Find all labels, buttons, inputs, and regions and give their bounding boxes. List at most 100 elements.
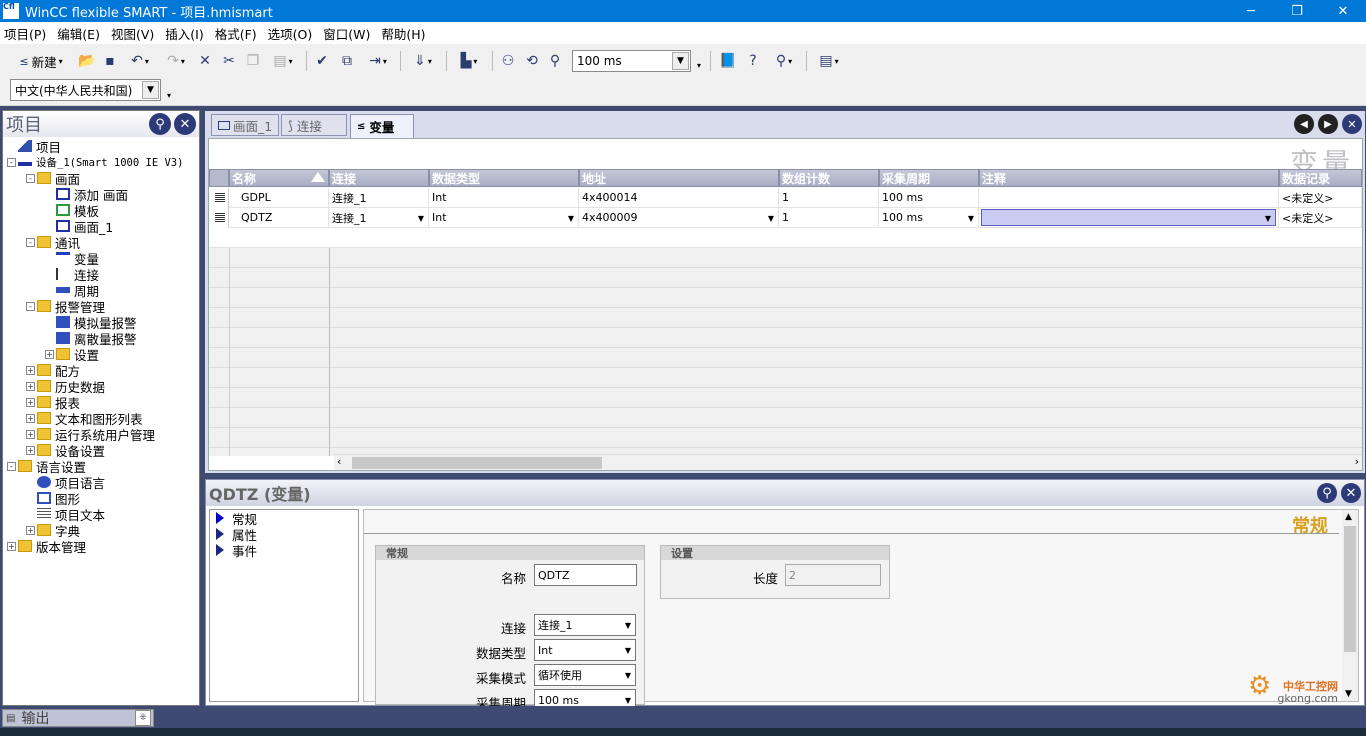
collapse-icon[interactable]: -: [26, 237, 35, 247]
cell-name[interactable]: QDTZ: [229, 208, 329, 228]
language-combo[interactable]: 中文(中华人民共和国) ▼: [10, 79, 161, 101]
cell-acq-cycle[interactable]: 100 ms ▼: [879, 208, 979, 228]
acq-mode-select[interactable]: 循环使用 ▼: [534, 664, 636, 686]
column-header-comment[interactable]: 注释: [979, 169, 1279, 187]
scrollbar-thumb[interactable]: [352, 457, 602, 469]
save-icon[interactable]: ▪: [101, 50, 119, 72]
tree-item[interactable]: + 字典: [3, 522, 199, 539]
collapse-icon[interactable]: -: [7, 461, 16, 471]
column-header-name[interactable]: 名称: [229, 169, 329, 187]
tree-item[interactable]: 添加 画面: [3, 186, 199, 203]
table-row-empty[interactable]: [209, 228, 1362, 248]
vertical-scrollbar[interactable]: ▲ ▼: [1342, 510, 1358, 701]
close-icon[interactable]: ✕: [174, 113, 196, 135]
chevron-down-icon[interactable]: ▼: [622, 643, 634, 657]
chevron-down-icon[interactable]: ▼: [1262, 211, 1274, 225]
row-selector-icon[interactable]: [211, 208, 229, 228]
tab-prev-icon[interactable]: ◀: [1294, 114, 1314, 134]
chevron-down-icon[interactable]: ▼: [765, 211, 777, 225]
expand-icon[interactable]: +: [26, 445, 35, 455]
cell-address[interactable]: 4x400014: [579, 188, 779, 208]
comment-edit-field[interactable]: [981, 209, 1276, 226]
tree-item[interactable]: 项目: [3, 138, 199, 155]
cell-name[interactable]: GDPL: [229, 188, 329, 208]
collapse-icon[interactable]: -: [7, 157, 16, 167]
horizontal-scrollbar[interactable]: ‹ ›: [334, 454, 1362, 470]
scrollbar-thumb[interactable]: [1344, 526, 1356, 652]
expand-icon[interactable]: +: [26, 413, 35, 423]
close-button[interactable]: ✕: [1320, 0, 1366, 22]
tree-item[interactable]: 变量: [3, 250, 199, 267]
window-layout-icon[interactable]: ▤: [812, 50, 846, 72]
cell-array-count[interactable]: 1: [779, 188, 879, 208]
binoculars-icon[interactable]: ⚇: [498, 50, 518, 72]
chevron-down-icon[interactable]: ▼: [622, 618, 634, 632]
context-help-icon[interactable]: ⚲: [767, 50, 801, 72]
output-close-icon[interactable]: ⁜: [135, 710, 151, 726]
chevron-down-icon[interactable]: ▼: [622, 668, 634, 682]
row-selector-icon[interactable]: [211, 188, 229, 208]
menu-options[interactable]: 选项(O): [268, 24, 313, 43]
download-icon[interactable]: ⇓: [406, 50, 440, 72]
tab-tags[interactable]: ≤ 变量: [350, 114, 414, 138]
chevron-down-icon[interactable]: ▼: [565, 211, 577, 225]
tree-item[interactable]: - 通讯: [3, 234, 199, 251]
cell-datatype[interactable]: Int: [429, 188, 579, 208]
chevron-down-icon[interactable]: ▼: [415, 211, 427, 225]
chevron-down-icon[interactable]: ▼: [672, 52, 689, 70]
cell-connection[interactable]: 连接_1 ▼: [329, 208, 429, 228]
tree-item[interactable]: + 设备设置: [3, 442, 199, 459]
menu-help[interactable]: 帮助(H): [381, 24, 425, 43]
toolbar-overflow-icon[interactable]: ▾: [694, 54, 704, 76]
tree-item[interactable]: 画面_1: [3, 218, 199, 235]
cell-comment-editing[interactable]: ▼: [979, 208, 1279, 228]
cell-datatype[interactable]: Int ▼: [429, 208, 579, 228]
open-icon[interactable]: 📂: [78, 50, 96, 72]
collapse-icon[interactable]: -: [26, 173, 35, 183]
close-icon[interactable]: ✕: [1341, 483, 1361, 503]
copy-icon[interactable]: ❐: [244, 50, 262, 72]
tree-item[interactable]: + 版本管理: [3, 538, 199, 555]
expand-icon[interactable]: +: [45, 349, 54, 359]
help-icon[interactable]: ?: [743, 50, 763, 72]
tree-item[interactable]: - 设备_1(Smart 1000 IE V3): [3, 154, 199, 170]
new-button[interactable]: ≤ 新建: [10, 50, 72, 72]
cell-array-count[interactable]: 1: [779, 208, 879, 228]
expand-icon[interactable]: +: [26, 525, 35, 535]
transfer-icon[interactable]: ⇥: [361, 50, 395, 72]
tab-connections[interactable]: ⟆ 连接: [281, 114, 347, 136]
scroll-up-icon[interactable]: ▲: [1345, 512, 1352, 522]
datatype-select[interactable]: Int ▼: [534, 639, 636, 661]
book-icon[interactable]: 📘: [718, 50, 738, 72]
scroll-right-icon[interactable]: ›: [1355, 455, 1359, 468]
tree-item[interactable]: 项目语言: [3, 474, 199, 491]
chevron-down-icon[interactable]: ▼: [142, 81, 159, 99]
cycle-combo[interactable]: 100 ms ▼: [572, 50, 691, 72]
cell-logging[interactable]: <未定义>: [1279, 188, 1362, 208]
output-button[interactable]: ▤ 输出 ⁜: [2, 709, 154, 727]
column-header-datatype[interactable]: 数据类型: [429, 169, 579, 187]
tree-item[interactable]: + 设置: [3, 346, 199, 363]
toolbar-overflow-icon[interactable]: ▾: [164, 84, 174, 106]
cell-address[interactable]: 4x400009 ▼: [579, 208, 779, 228]
menu-view[interactable]: 视图(V): [111, 24, 154, 43]
cell-comment[interactable]: [979, 188, 1279, 208]
column-header-acq-cycle[interactable]: 采集周期: [879, 169, 979, 187]
chevron-down-icon[interactable]: ▼: [622, 693, 634, 707]
delete-icon[interactable]: ✕: [196, 50, 214, 72]
tab-next-icon[interactable]: ▶: [1318, 114, 1338, 134]
scroll-left-icon[interactable]: ‹: [337, 455, 341, 468]
replace-icon[interactable]: ⟲: [522, 50, 542, 72]
tab-screen-1[interactable]: 画面_1: [211, 114, 279, 136]
collapse-icon[interactable]: -: [26, 301, 35, 311]
find-tag-icon[interactable]: ⚲: [545, 50, 565, 72]
compile-icon[interactable]: ⧉: [337, 50, 357, 72]
column-header-array-count[interactable]: 数组计数: [779, 169, 879, 187]
pin-icon[interactable]: ⚲: [149, 113, 171, 135]
redo-icon[interactable]: ↷: [160, 50, 192, 72]
tree-item[interactable]: + 历史数据: [3, 378, 199, 395]
menu-format[interactable]: 格式(F): [215, 24, 257, 43]
table-row[interactable]: GDPL 连接_1 Int 4x400014 1 100 ms <未定义>: [209, 188, 1362, 208]
connection-select[interactable]: 连接_1 ▼: [534, 614, 636, 636]
cell-acq-cycle[interactable]: 100 ms: [879, 188, 979, 208]
